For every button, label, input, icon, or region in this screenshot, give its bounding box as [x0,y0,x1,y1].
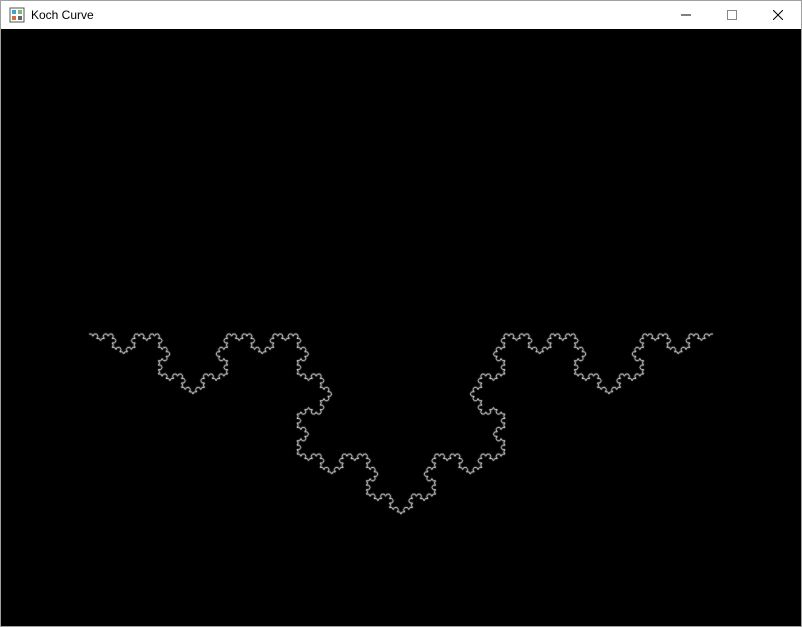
app-window: Koch Curve [0,0,802,627]
window-title: Koch Curve [31,1,94,29]
titlebar[interactable]: Koch Curve [1,1,801,29]
app-icon [9,7,25,23]
minimize-button[interactable] [663,1,709,29]
close-button[interactable] [755,1,801,29]
client-area [1,29,801,626]
koch-canvas [1,29,801,626]
maximize-button[interactable] [709,1,755,29]
